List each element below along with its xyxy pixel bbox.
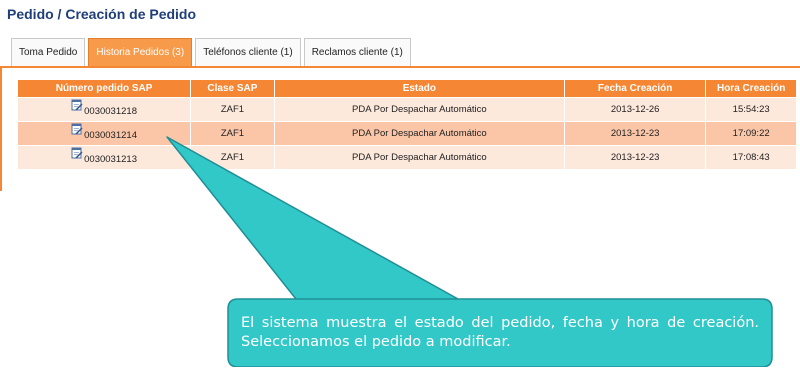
page-title: Pedido / Creación de Pedido [7, 6, 197, 22]
clase-sap-cell: ZAF1 [191, 98, 274, 121]
estado-cell: PDA Por Despachar Automático [274, 98, 564, 121]
tab-historia-pedidos[interactable]: Historia Pedidos (3) [88, 38, 193, 66]
estado-cell: PDA Por Despachar Automático [274, 146, 564, 169]
tab-telefonos-cliente[interactable]: Teléfonos cliente (1) [195, 38, 301, 66]
edit-document-icon[interactable] [71, 147, 83, 159]
fecha-creacion-cell: 2013-12-26 [565, 98, 706, 121]
clase-sap-cell: ZAF1 [191, 146, 274, 169]
column-header-estado[interactable]: Estado [274, 80, 564, 97]
tab-reclamos-cliente[interactable]: Reclamos cliente (1) [303, 38, 411, 66]
edit-document-icon[interactable] [71, 123, 83, 135]
hora-creacion-cell: 17:09:22 [706, 122, 796, 145]
column-header-hora-creacion[interactable]: Hora Creación [706, 80, 796, 97]
order-number[interactable]: 0030031214 [84, 130, 137, 141]
tab-toma-pedido[interactable]: Toma Pedido [11, 38, 86, 66]
order-number-cell[interactable]: 0030031213 [18, 146, 191, 169]
column-header-fecha-creacion[interactable]: Fecha Creación [565, 80, 706, 97]
column-header-order-number[interactable]: Número pedido SAP [18, 80, 191, 97]
clase-sap-cell: ZAF1 [191, 122, 274, 145]
column-header-clase-sap[interactable]: Clase SAP [191, 80, 274, 97]
tab-bar: Toma Pedido Historia Pedidos (3) Teléfon… [11, 38, 414, 66]
order-number[interactable]: 0030031213 [84, 154, 137, 165]
table-row[interactable]: 0030031218 ZAF1 PDA Por Despachar Automá… [18, 98, 796, 121]
edit-document-icon[interactable] [71, 99, 83, 111]
estado-cell: PDA Por Despachar Automático [274, 122, 564, 145]
table-row[interactable]: 0030031214 ZAF1 PDA Por Despachar Automá… [18, 122, 796, 145]
fecha-creacion-cell: 2013-12-23 [565, 146, 706, 169]
callout-text: El sistema muestra el estado del pedido,… [241, 315, 759, 350]
hora-creacion-cell: 17:08:43 [706, 146, 796, 169]
table-row[interactable]: 0030031213 ZAF1 PDA Por Despachar Automá… [18, 146, 796, 169]
hora-creacion-cell: 15:54:23 [706, 98, 796, 121]
order-number-cell[interactable]: 0030031214 [18, 122, 191, 145]
order-number-cell[interactable]: 0030031218 [18, 98, 191, 121]
order-number[interactable]: 0030031218 [84, 106, 137, 117]
table-header-row: Número pedido SAP Clase SAP Estado Fecha… [18, 80, 796, 97]
fecha-creacion-cell: 2013-12-23 [565, 122, 706, 145]
orders-table: Número pedido SAP Clase SAP Estado Fecha… [17, 79, 797, 170]
